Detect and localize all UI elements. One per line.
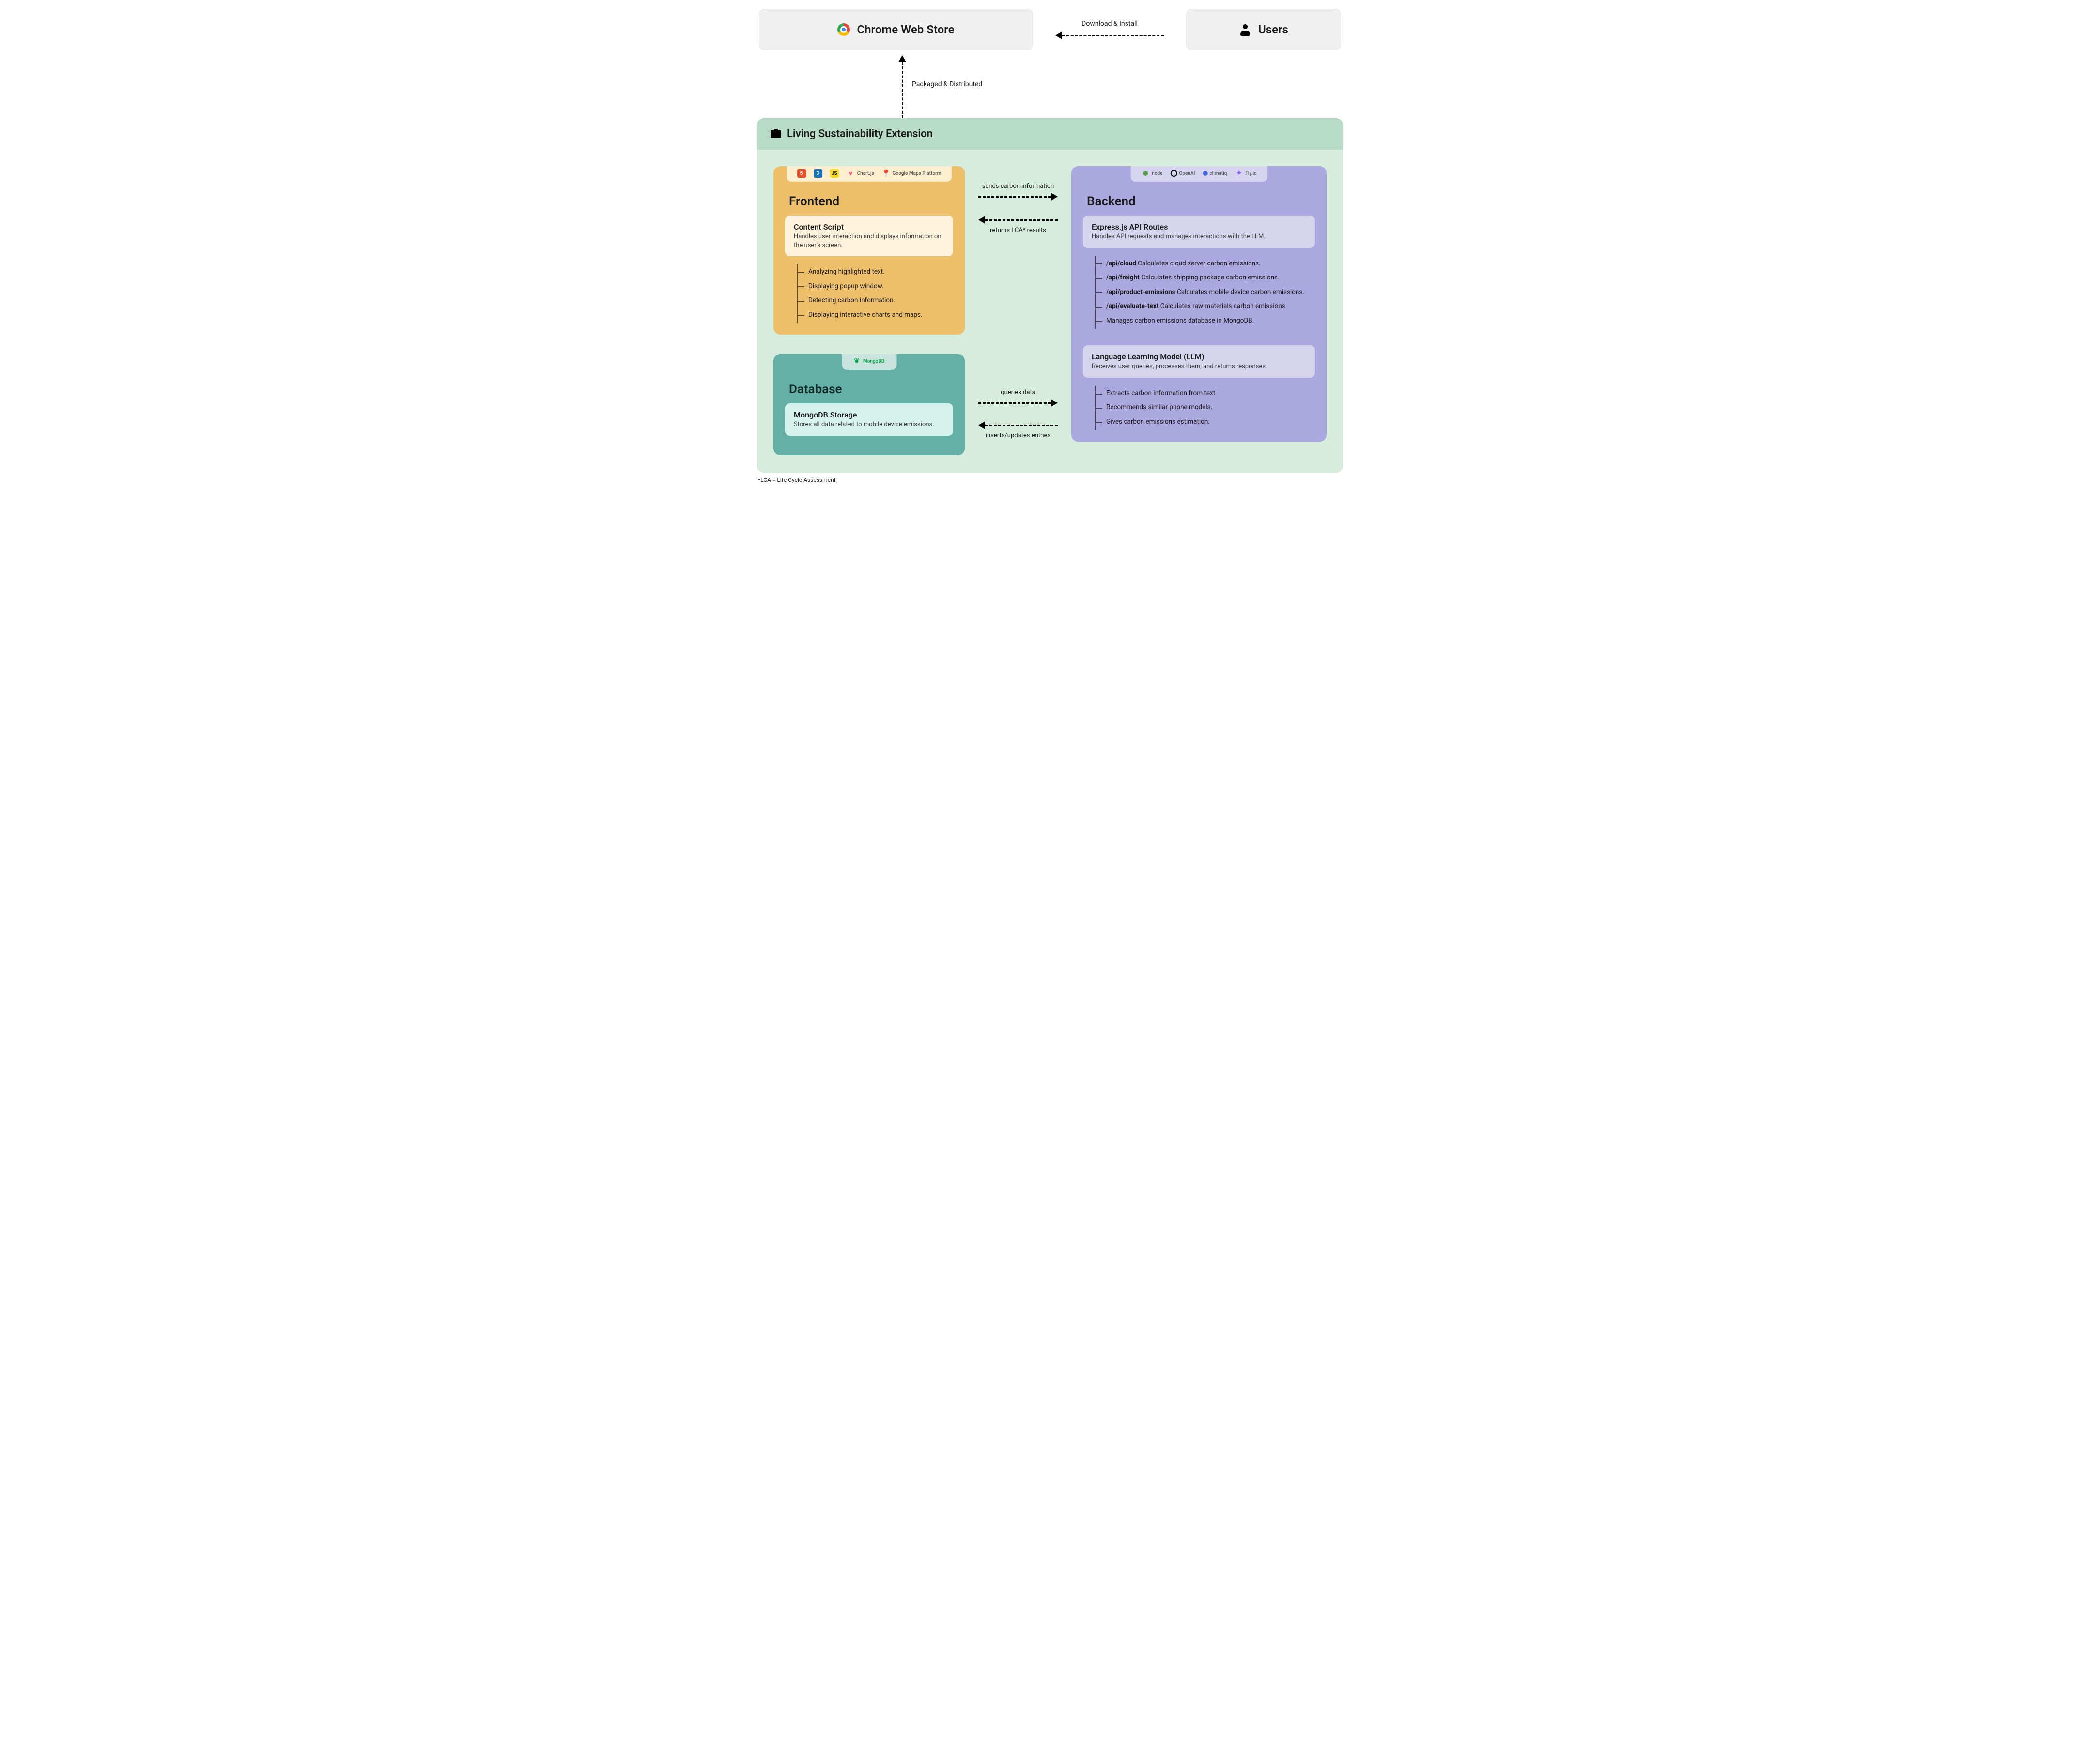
arrowhead-right-icon bbox=[1051, 193, 1058, 201]
arrowhead-left-icon bbox=[1055, 31, 1062, 39]
mongodb-storage-desc: Stores all data related to mobile device… bbox=[794, 420, 944, 429]
list-item: Recommends similar phone models. bbox=[1096, 401, 1315, 415]
download-install-label: Download & Install bbox=[1081, 20, 1138, 28]
frontend-tech-chip: 5 3 JS ♥Chart.js 📍Google Maps Platform bbox=[787, 166, 952, 182]
download-install-arrow: Download & Install bbox=[1047, 9, 1173, 50]
architecture-diagram: Chrome Web Store Download & Install User… bbox=[757, 9, 1343, 483]
flyio-icon: ✦ bbox=[1235, 169, 1243, 178]
list-item: Manages carbon emissions database in Mon… bbox=[1096, 314, 1315, 328]
llm-feature-list: Extracts carbon information from text. R… bbox=[1095, 386, 1315, 431]
chrome-web-store-label: Chrome Web Store bbox=[857, 23, 954, 36]
puzzle-icon bbox=[771, 129, 781, 139]
extension-container: Living Sustainability Extension 5 3 JS ♥… bbox=[757, 118, 1343, 473]
database-tech-chip: ❦MongoDB. bbox=[842, 354, 896, 370]
mongodb-storage-title: MongoDB Storage bbox=[794, 410, 944, 419]
inserts-updates-label: inserts/updates entries bbox=[986, 432, 1050, 439]
list-item: Displaying interactive charts and maps. bbox=[798, 308, 953, 323]
node-icon: ⬢ bbox=[1141, 169, 1150, 178]
extension-title: Living Sustainability Extension bbox=[787, 128, 933, 140]
arrowhead-left-icon bbox=[978, 421, 985, 429]
express-routes-card: Express.js API Routes Handles API reques… bbox=[1083, 216, 1315, 248]
arrowhead-up-icon bbox=[898, 55, 906, 62]
packaged-distributed-arrow: Packaged & Distributed bbox=[757, 55, 1343, 118]
list-item: /api/freight Calculates shipping package… bbox=[1096, 271, 1315, 285]
llm-desc: Receives user queries, processes them, a… bbox=[1092, 362, 1306, 371]
arrowhead-right-icon bbox=[1051, 399, 1058, 407]
chartjs-icon: ♥ bbox=[847, 169, 855, 178]
frontend-title: Frontend bbox=[789, 194, 953, 209]
content-script-card: Content Script Handles user interaction … bbox=[785, 216, 953, 256]
database-title: Database bbox=[789, 382, 953, 397]
mongodb-icon: ❦ bbox=[852, 357, 861, 366]
list-item: /api/cloud Calculates cloud server carbo… bbox=[1096, 257, 1315, 271]
list-item: Analyzing highlighted text. bbox=[798, 265, 953, 279]
list-item: /api/product-emissions Calculates mobile… bbox=[1096, 285, 1315, 300]
list-item: Gives carbon emissions estimation. bbox=[1096, 415, 1315, 430]
queries-data-label: queries data bbox=[1001, 389, 1035, 396]
frontend-panel: 5 3 JS ♥Chart.js 📍Google Maps Platform F… bbox=[773, 166, 965, 335]
openai-icon bbox=[1171, 170, 1177, 177]
returns-lca-label: returns LCA* results bbox=[990, 227, 1046, 234]
js-icon: JS bbox=[830, 169, 839, 178]
llm-title: Language Learning Model (LLM) bbox=[1092, 352, 1306, 361]
users-box: Users bbox=[1186, 9, 1341, 50]
database-backend-arrows: queries data inserts/updates entries bbox=[965, 354, 1071, 439]
mongodb-storage-card: MongoDB Storage Stores all data related … bbox=[785, 403, 953, 436]
climatiq-icon bbox=[1203, 171, 1207, 176]
llm-card: Language Learning Model (LLM) Receives u… bbox=[1083, 345, 1315, 378]
google-maps-icon: 📍 bbox=[882, 169, 891, 178]
arrowhead-left-icon bbox=[978, 216, 985, 224]
list-item: Detecting carbon information. bbox=[798, 294, 953, 308]
user-icon bbox=[1239, 23, 1251, 36]
chrome-web-store-box: Chrome Web Store bbox=[759, 9, 1033, 50]
backend-tech-chip: ⬢node OpenAI climatiq ✦Fly.io bbox=[1130, 166, 1267, 182]
chrome-icon bbox=[837, 23, 850, 36]
users-label: Users bbox=[1258, 23, 1288, 36]
backend-panel: ⬢node OpenAI climatiq ✦Fly.io Backend Ex… bbox=[1071, 166, 1327, 442]
content-script-title: Content Script bbox=[794, 222, 944, 232]
express-routes-desc: Handles API requests and manages interac… bbox=[1092, 232, 1306, 241]
html-icon: 5 bbox=[797, 169, 806, 178]
top-row: Chrome Web Store Download & Install User… bbox=[757, 9, 1343, 50]
backend-title: Backend bbox=[1087, 194, 1315, 209]
css-icon: 3 bbox=[814, 169, 822, 178]
express-routes-title: Express.js API Routes bbox=[1092, 222, 1306, 232]
database-panel: ❦MongoDB. Database MongoDB Storage Store… bbox=[773, 354, 965, 455]
api-routes-list: /api/cloud Calculates cloud server carbo… bbox=[1095, 256, 1315, 329]
packaged-distributed-label: Packaged & Distributed bbox=[912, 80, 982, 88]
list-item: Extracts carbon information from text. bbox=[1096, 386, 1315, 401]
footnote-lca: *LCA = Life Cycle Assessment bbox=[758, 477, 1343, 483]
sends-carbon-label: sends carbon information bbox=[982, 183, 1054, 190]
extension-header: Living Sustainability Extension bbox=[757, 118, 1343, 150]
content-script-desc: Handles user interaction and displays in… bbox=[794, 232, 944, 249]
list-item: Displaying popup window. bbox=[798, 279, 953, 294]
frontend-feature-list: Analyzing highlighted text. Displaying p… bbox=[797, 264, 953, 323]
list-item: /api/evaluate-text Calculates raw materi… bbox=[1096, 299, 1315, 314]
frontend-backend-arrows: sends carbon information returns LCA* re… bbox=[965, 166, 1071, 234]
